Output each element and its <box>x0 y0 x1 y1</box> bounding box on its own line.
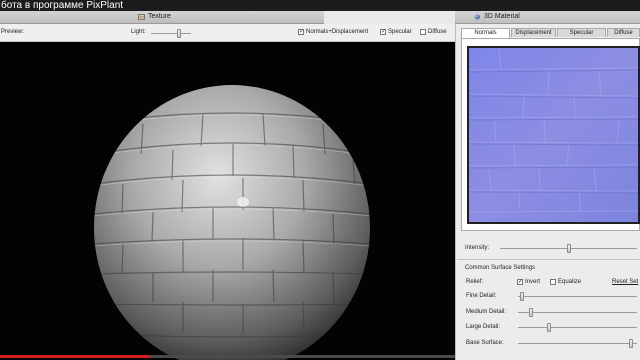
invert-checkbox[interactable]: ✓ <box>517 279 523 285</box>
video-progress-fill <box>0 355 151 358</box>
medium-detail-slider-track[interactable] <box>518 312 637 313</box>
material-panel-header: 3D Material <box>455 11 640 24</box>
light-slider-thumb[interactable] <box>177 29 181 38</box>
normal-map-preview[interactable] <box>467 46 640 224</box>
material-sphere-icon <box>474 14 481 20</box>
specular-label: Specular <box>388 29 412 35</box>
specular-checkbox[interactable]: ✓ <box>380 29 386 35</box>
light-slider-track[interactable] <box>151 33 191 34</box>
3d-preview-viewport[interactable] <box>0 42 455 360</box>
tab-normals[interactable]: Normals <box>461 28 510 38</box>
preview-label: Preview: <box>1 29 25 35</box>
equalize-checkbox[interactable] <box>550 279 556 285</box>
large-detail-slider-thumb[interactable] <box>546 323 551 332</box>
medium-detail-slider-thumb[interactable] <box>529 308 534 317</box>
intensity-label: Intensity: <box>465 245 490 251</box>
large-detail-slider-track[interactable] <box>518 327 637 328</box>
tab-displacement[interactable]: Displacement <box>511 28 556 37</box>
light-label: Light: <box>131 29 146 35</box>
normals-displacement-label: Normals+Displacement <box>306 29 369 35</box>
reset-settings-link[interactable]: Reset Set <box>612 279 638 286</box>
intensity-slider-thumb[interactable] <box>566 244 571 253</box>
window-title: бота в программе PixPlant <box>0 0 640 11</box>
section-divider <box>457 259 640 260</box>
fine-detail-slider-thumb[interactable] <box>519 292 524 301</box>
texture-icon <box>138 14 145 20</box>
diffuse-label: Diffuse <box>428 29 447 35</box>
diffuse-checkbox[interactable] <box>420 29 426 35</box>
invert-label: Invert <box>525 279 541 285</box>
equalize-label: Equalize <box>558 279 582 285</box>
base-surface-slider-track[interactable] <box>518 343 637 344</box>
preview-toolbar: Preview: Light: ✓ Normals+Displacement ✓… <box>0 24 455 42</box>
relief-label: Relief: <box>466 279 484 285</box>
texture-panel-header: Texture <box>0 11 324 24</box>
material-tab[interactable]: 3D Material <box>474 12 520 22</box>
texture-tab-label: Texture <box>148 13 171 20</box>
large-detail-label: Large Detail: <box>466 324 501 330</box>
medium-detail-label: Medium Detail: <box>466 309 507 315</box>
material-tab-label: 3D Material <box>484 13 520 20</box>
normal-map-image <box>469 48 638 222</box>
common-surface-settings-title: Common Surface Settings <box>465 265 536 271</box>
normals-checkbox[interactable]: ✓ <box>298 29 304 35</box>
fine-detail-label: Fine Detail: <box>466 293 497 299</box>
texture-tab[interactable]: Texture <box>138 12 171 22</box>
fine-detail-slider-track[interactable] <box>518 296 637 297</box>
tab-diffuse[interactable]: Diffuse <box>607 28 640 37</box>
textured-sphere[interactable] <box>93 84 371 360</box>
base-surface-slider-thumb[interactable] <box>629 339 634 348</box>
base-surface-label: Base Surface: <box>466 340 504 346</box>
tab-specular[interactable]: Specular <box>557 28 606 37</box>
material-tabs: Normals Displacement Specular Diffuse <box>461 28 640 38</box>
